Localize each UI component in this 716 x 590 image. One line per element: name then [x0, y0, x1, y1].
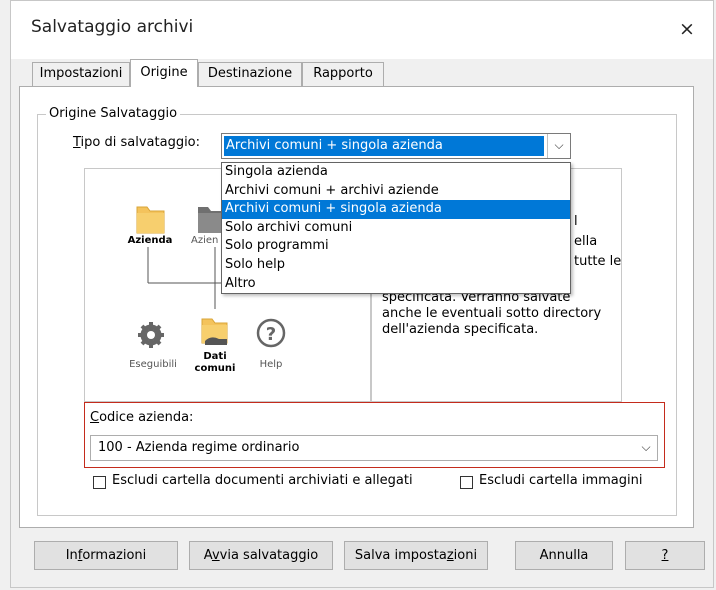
escludi-documenti-checkbox[interactable]: [93, 476, 106, 489]
help-icon: ?: [256, 318, 286, 348]
dati-comuni-label: Dati comuni: [194, 351, 236, 374]
eseguibili-label: Eseguibili: [129, 359, 177, 370]
tipo-salvataggio-label: Tipo di salvataggio:: [73, 135, 201, 150]
description-fragment: ella: [574, 234, 598, 249]
tab-origine[interactable]: Origine: [130, 59, 198, 87]
description-fragment: l: [574, 214, 578, 229]
codice-azienda-value: 100 - Azienda regime ordinario: [98, 440, 300, 455]
tipo-salvataggio-value: Archivi comuni + singola azienda: [224, 136, 544, 156]
tipo-salvataggio-combo[interactable]: Archivi comuni + singola azienda ⌵: [221, 133, 571, 159]
svg-text:?: ?: [266, 324, 276, 345]
azienda2-label: Azien: [191, 235, 219, 246]
chevron-down-icon[interactable]: ⌵: [547, 134, 570, 158]
chevron-down-icon[interactable]: ⌵: [635, 436, 657, 460]
dropdown-option[interactable]: Singola azienda: [222, 163, 570, 182]
codice-azienda-combo[interactable]: 100 - Azienda regime ordinario ⌵: [90, 435, 658, 461]
dropdown-option-selected[interactable]: Archivi comuni + singola azienda: [222, 200, 570, 219]
description-fragment: tutte le: [574, 254, 622, 269]
tab-impostazioni[interactable]: Impostazioni: [32, 62, 130, 86]
azienda-grey-folder-icon: [198, 207, 221, 233]
azienda-folder-icon: [136, 206, 165, 234]
avvia-salvataggio-button[interactable]: Avvia salvataggio: [189, 541, 333, 570]
escludi-immagini-label[interactable]: Escludi cartella immagini: [479, 473, 642, 488]
window-title: Salvataggio archivi: [31, 17, 194, 37]
group-title: Origine Salvataggio: [46, 106, 181, 121]
dropdown-option[interactable]: Solo archivi comuni: [222, 219, 570, 238]
escludi-immagini-checkbox[interactable]: [460, 476, 473, 489]
dropdown-option[interactable]: Altro: [222, 275, 570, 294]
dropdown-option[interactable]: Archivi comuni + archivi aziende: [222, 182, 570, 201]
azienda-label: Azienda: [127, 235, 173, 246]
salva-impostazioni-button[interactable]: Salva impostazioni: [344, 541, 488, 570]
close-icon[interactable]: ×: [673, 15, 701, 43]
title-bar: Salvataggio archivi ×: [11, 1, 713, 59]
escludi-documenti-label[interactable]: Escludi cartella documenti archiviati e …: [112, 473, 413, 488]
tab-destinazione[interactable]: Destinazione: [198, 62, 302, 86]
description-text: specificata. Verranno salvate anche le e…: [382, 290, 602, 337]
gear-icon: [138, 322, 164, 348]
dropdown-option[interactable]: Solo programmi: [222, 237, 570, 256]
dati-comuni-folder-icon: [201, 318, 228, 345]
tab-rapporto[interactable]: Rapporto: [302, 62, 384, 86]
informazioni-button[interactable]: Informazioni: [34, 541, 178, 570]
help-label: Help: [259, 359, 283, 370]
codice-azienda-label: Codice azienda:: [90, 410, 194, 425]
annulla-button[interactable]: Annulla: [515, 541, 613, 570]
tipo-salvataggio-dropdown-list[interactable]: Singola azienda Archivi comuni + archivi…: [221, 162, 571, 294]
help-button[interactable]: ?: [625, 541, 705, 570]
dropdown-option[interactable]: Solo help: [222, 256, 570, 275]
